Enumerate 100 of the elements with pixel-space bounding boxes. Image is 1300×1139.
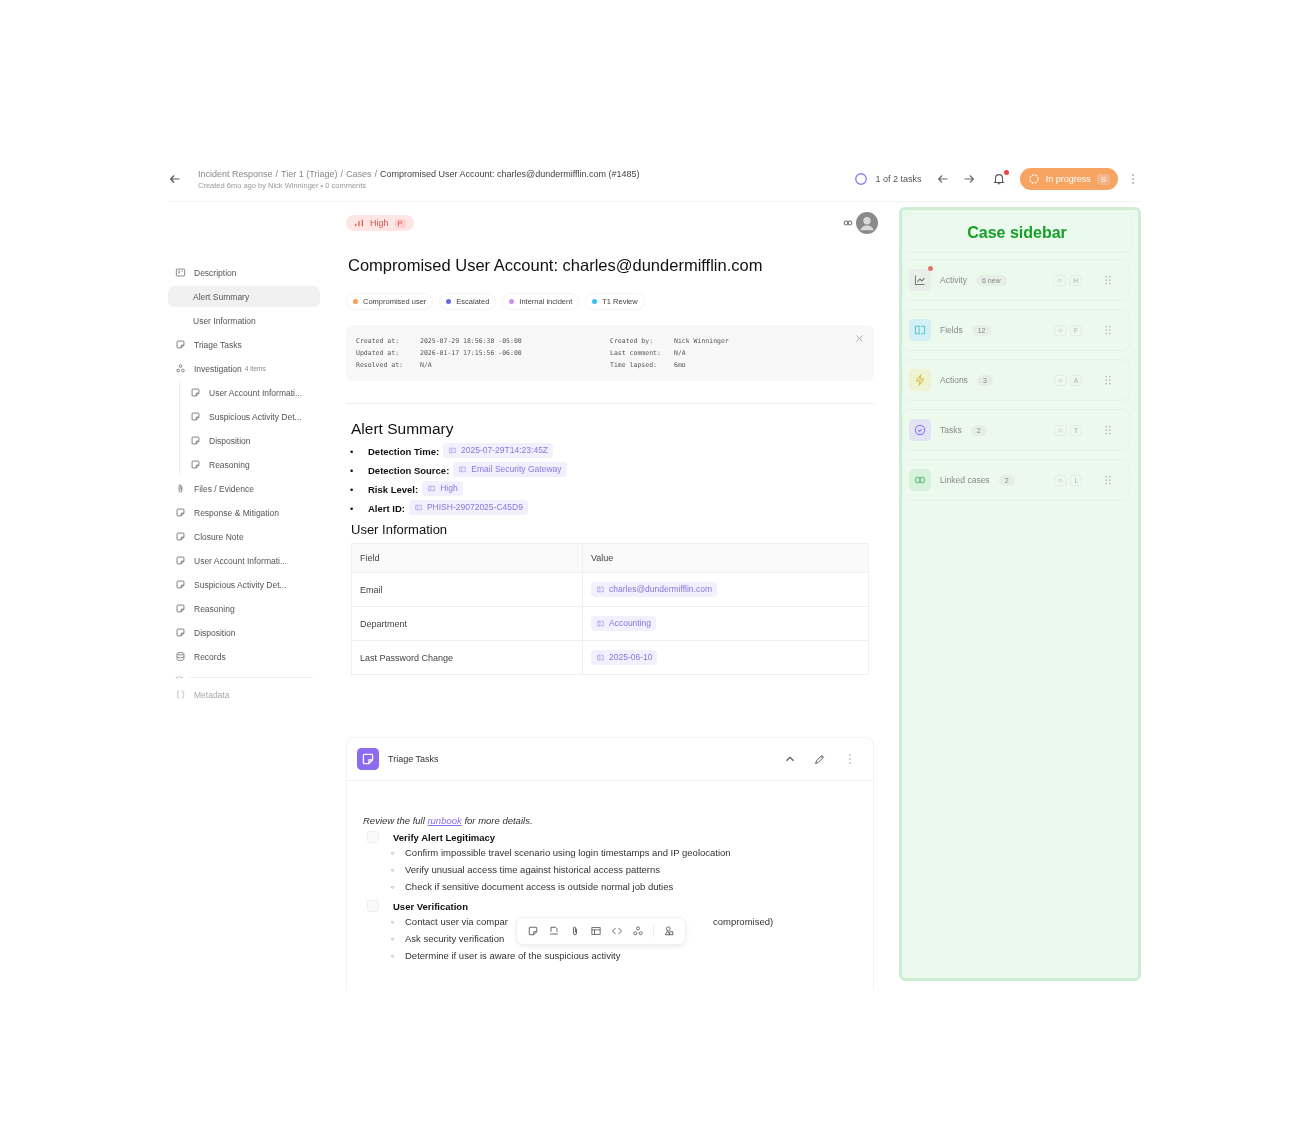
note-icon	[357, 748, 379, 770]
breadcrumb-separator: /	[374, 168, 377, 179]
task-step: Verify unusual access time against historical access patterns	[405, 864, 661, 875]
task-step: Contact user via compar	[405, 916, 508, 927]
field-label: Detection Source:	[368, 465, 450, 476]
task-title: Verify Alert Legitimacy	[393, 831, 496, 843]
outline-item[interactable]: Suspicious Activity Det...	[168, 574, 320, 595]
outline-item[interactable]: Suspicious Activity Det...	[180, 406, 320, 427]
outline-item[interactable]: Description	[168, 262, 320, 283]
table-cell: Last Password Change	[351, 640, 583, 675]
section-heading: User Information	[351, 522, 449, 537]
spinner-icon	[1027, 173, 1040, 185]
outline-item[interactable]: Alert Summary	[168, 286, 320, 307]
bullet: ◦	[391, 915, 396, 929]
previous-arrow-icon[interactable]	[935, 172, 950, 186]
viewers-icon[interactable]	[842, 217, 854, 229]
outline-item-icon	[175, 627, 186, 638]
bullet: •	[350, 502, 355, 516]
avatar-icon[interactable]	[856, 212, 878, 234]
code-icon[interactable]	[611, 925, 623, 937]
table-cell: Email	[351, 572, 583, 607]
tasks-icon	[909, 419, 931, 441]
outline-item-icon	[175, 603, 186, 614]
outline-item[interactable]: User Account Informati...	[180, 382, 320, 403]
intro-text: Review the full runbook for more details.	[363, 815, 534, 826]
close-icon[interactable]	[855, 334, 864, 343]
outline-item-icon	[175, 507, 186, 518]
task-step: Ask security verification	[405, 933, 505, 944]
field-icon	[448, 446, 458, 455]
bullet: ◦	[391, 863, 396, 877]
outline-item-icon	[175, 579, 186, 590]
field-icon	[596, 619, 605, 628]
outline-item[interactable]: Reasoning	[168, 598, 320, 619]
field-icon	[427, 484, 437, 493]
table-cell: Department	[351, 606, 583, 641]
diamond-icon	[1053, 274, 1067, 286]
outline-item-icon	[175, 651, 186, 662]
diamond-icon	[1053, 374, 1067, 386]
case-title: Compromised User Account: charles@dundermifflin.com	[348, 256, 764, 275]
outline-item[interactable]: Disposition	[168, 622, 320, 643]
bullet: ◦	[391, 932, 396, 946]
sidebar-title: Case sidebar	[967, 224, 1067, 242]
outline-item[interactable]: Response & Mitigation	[168, 502, 320, 523]
linked-icon	[909, 469, 931, 491]
bullet: ◦	[391, 846, 396, 860]
outline-item[interactable]: User Information	[168, 310, 320, 331]
document-icon[interactable]	[548, 925, 560, 937]
progress-ring-icon	[853, 172, 868, 186]
notification-bell-icon[interactable]	[991, 172, 1006, 186]
field-icon	[458, 465, 468, 474]
breadcrumb-link[interactable]: Cases	[345, 168, 372, 179]
diamond-icon	[1054, 324, 1067, 336]
shapes-icon[interactable]	[663, 925, 675, 937]
field-chip[interactable]: charles@dundermifflin.com	[591, 582, 717, 597]
group-icon[interactable]	[632, 925, 644, 937]
diamond-icon	[1054, 474, 1068, 486]
braces-icon	[175, 689, 186, 700]
note-icon[interactable]	[527, 925, 539, 937]
table-icon[interactable]	[590, 925, 602, 937]
edit-pencil-icon[interactable]	[813, 752, 827, 766]
field-label: Risk Level:	[368, 484, 419, 495]
outline-item[interactable]: User Account Informati...	[168, 550, 320, 571]
diamond-icon	[1054, 424, 1067, 436]
field-chip[interactable]: PHISH-29072025-C45D9	[408, 500, 528, 515]
outline-item[interactable]: Closure Note	[168, 526, 320, 547]
breadcrumb-separator: /	[340, 168, 343, 179]
note-icon	[190, 387, 201, 398]
runbook-link[interactable]: runbook	[427, 815, 462, 826]
task-step: Determine if user is aware of the suspicious activity	[405, 950, 621, 961]
outline-item-icon	[175, 555, 186, 566]
field-chip[interactable]: Email Security Gateway	[453, 462, 567, 477]
outline-item[interactable]: Disposition	[180, 430, 320, 451]
breadcrumb-separator: /	[275, 168, 279, 179]
field-icon	[596, 585, 605, 594]
signal-bars-icon	[354, 218, 364, 228]
field-label: Alert ID:	[368, 503, 405, 514]
outline-item-icon	[175, 339, 186, 350]
outline-item-icon	[175, 267, 186, 278]
squiggle-icon	[175, 674, 184, 680]
outline-item[interactable]: Triage Tasks	[168, 334, 320, 355]
bullet: ◦	[391, 949, 396, 963]
breadcrumb-link[interactable]: Tier 1 (Triage)	[281, 168, 338, 179]
field-chip[interactable]: Accounting	[591, 616, 657, 631]
outline-item[interactable]: Reasoning	[180, 454, 320, 475]
outline-item[interactable]: Files / Evidence	[168, 478, 320, 499]
outline-item-icon	[175, 531, 186, 542]
task-counter: 1 of 2 tasks	[875, 174, 922, 184]
note-icon	[190, 435, 201, 446]
fields-icon	[909, 319, 931, 341]
note-icon	[190, 459, 201, 470]
breadcrumb-link[interactable]: Incident Response	[198, 168, 273, 179]
outline-item-icon	[175, 363, 186, 374]
case-title-breadcrumb: Compromised User Account: charles@dundermifflin.com (#1485)	[379, 168, 640, 179]
actions-icon	[909, 369, 931, 391]
back-arrow-icon[interactable]	[168, 172, 182, 186]
field-icon	[596, 653, 605, 662]
outline-item[interactable]: Records	[168, 646, 320, 667]
bullet: •	[350, 464, 355, 478]
outline-item-icon	[175, 483, 186, 494]
field-chip[interactable]: High	[422, 481, 463, 496]
